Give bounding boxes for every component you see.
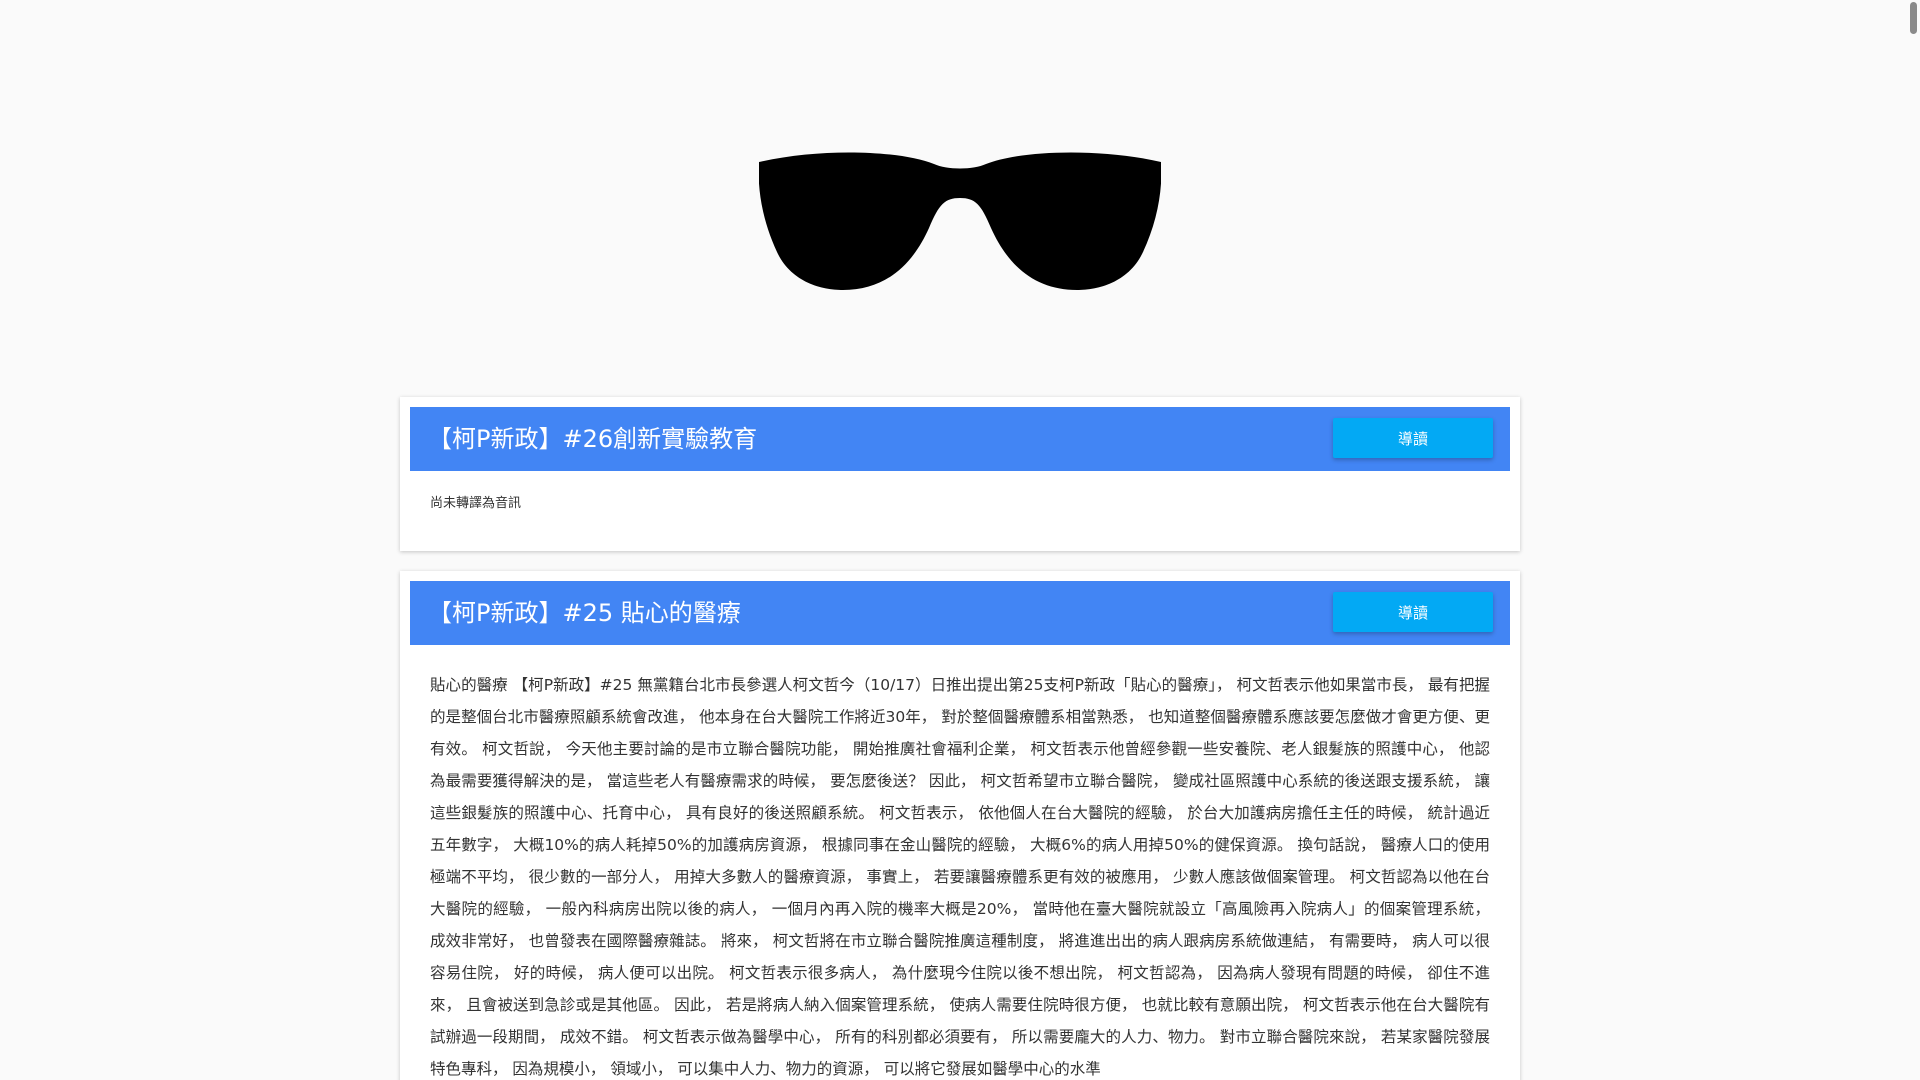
article-body: 尚未轉譯為音訊 bbox=[430, 496, 522, 511]
page-scrollbar[interactable] bbox=[1906, 0, 1920, 1080]
article-title: 【柯P新政】#26創新實驗教育 bbox=[428, 425, 758, 453]
article-header: 【柯P新政】#25 貼心的醫療 導讀 bbox=[410, 581, 1510, 645]
article-card: 【柯P新政】#25 貼心的醫療 導讀 貼心的醫療 【柯P新政】#25 無黨籍台北… bbox=[400, 571, 1520, 1080]
read-button[interactable]: 導讀 bbox=[1333, 592, 1493, 632]
article-title: 【柯P新政】#25 貼心的醫療 bbox=[428, 599, 741, 627]
article-header: 【柯P新政】#26創新實驗教育 導讀 bbox=[410, 407, 1510, 471]
sunglasses-icon bbox=[759, 152, 1161, 290]
site-header bbox=[0, 0, 1920, 400]
scrollbar-thumb[interactable] bbox=[1910, 2, 1917, 34]
article-body: 貼心的醫療 【柯P新政】#25 無黨籍台北市長參選人柯文哲今（10/17）日推出… bbox=[430, 676, 1490, 1078]
read-button[interactable]: 導讀 bbox=[1333, 418, 1493, 458]
page: 【柯P新政】#26創新實驗教育 導讀 尚未轉譯為音訊 【柯P新政】#25 貼心的… bbox=[0, 0, 1920, 1080]
article-card: 【柯P新政】#26創新實驗教育 導讀 尚未轉譯為音訊 bbox=[400, 397, 1520, 551]
